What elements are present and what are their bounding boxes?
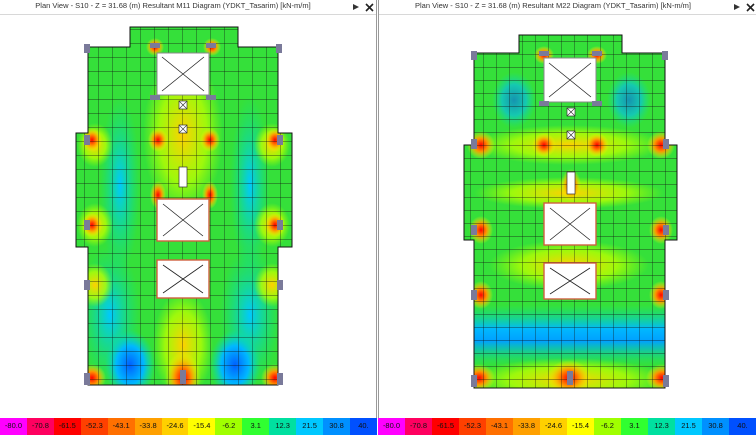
legend-label: 3.1 [629, 421, 640, 430]
legend-label: -33.8 [139, 421, 157, 430]
legend-segment: -52.3 [459, 418, 486, 435]
pin-icon[interactable] [350, 0, 362, 14]
legend-label: -43.1 [490, 421, 509, 430]
slab-opening [156, 259, 210, 299]
legend-label: -52.3 [463, 421, 482, 430]
legend-label: 40. [737, 421, 748, 430]
pane-titlebar[interactable]: Plan View - S10 - Z = 31.68 (m) Resultan… [379, 0, 756, 15]
legend-segment: 30.8 [702, 418, 729, 435]
legend-segment: -15.4 [188, 418, 216, 435]
legend-label: 30.8 [708, 421, 723, 430]
legend-label: 12.3 [275, 421, 290, 430]
legend-segment: -80.0 [0, 418, 27, 435]
legend-label: -24.6 [544, 421, 563, 430]
pane-title: Plan View - S10 - Z = 31.68 (m) Resultan… [415, 1, 691, 10]
legend-segment: -80.0 [378, 418, 405, 435]
legend-label: -43.1 [112, 421, 130, 430]
pane-titlebar[interactable]: Plan View - S10 - Z = 31.68 (m) Resultan… [0, 0, 376, 15]
legend-label: 30.8 [329, 421, 344, 430]
legend-segment: 21.5 [296, 418, 324, 435]
legend-label: -15.4 [571, 421, 590, 430]
legend-segment: -33.8 [513, 418, 540, 435]
legend-segment: -6.2 [215, 418, 243, 435]
legend-segment: -52.3 [80, 418, 108, 435]
legend-segment: 40. [729, 418, 756, 435]
m11-contour-plot[interactable] [0, 15, 376, 418]
legend-label: -33.8 [517, 421, 536, 430]
slab-opening [543, 57, 597, 103]
legend-label: -24.6 [166, 421, 184, 430]
legend-label: -80.0 [4, 421, 23, 430]
color-scale-legend: -80.0 -70.8 -61.5 -52.3 -43.1 -33.8 -24.6 -15.4… [378, 418, 756, 435]
legend-segment: 40. [349, 418, 377, 435]
legend-segment: 12.3 [269, 418, 297, 435]
legend-segment: -70.8 [26, 418, 54, 435]
legend-segment: -24.6 [540, 418, 567, 435]
pin-icon[interactable] [731, 0, 743, 14]
legend-segment: 3.1 [242, 418, 270, 435]
m11-diagram-pane[interactable]: Plan View - S10 - Z = 31.68 (m) Resultan… [0, 0, 377, 435]
slab-opening [543, 262, 597, 300]
legend-segment: -70.8 [405, 418, 432, 435]
legend-label: 3.1 [250, 421, 261, 430]
legend-segment: -33.8 [134, 418, 162, 435]
legend-label: 40. [358, 421, 369, 430]
legend-segment: -15.4 [567, 418, 594, 435]
legend-label: 12.3 [654, 421, 669, 430]
close-icon[interactable] [744, 0, 756, 14]
m22-diagram-pane[interactable]: Plan View - S10 - Z = 31.68 (m) Resultan… [378, 0, 756, 435]
legend-label: -15.4 [193, 421, 211, 430]
slab-opening [156, 198, 210, 242]
legend-label: 21.5 [302, 421, 317, 430]
legend-label: -61.5 [58, 421, 76, 430]
legend-segment: -61.5 [53, 418, 81, 435]
slab-opening [156, 52, 210, 96]
m22-contour-plot[interactable] [379, 15, 756, 418]
legend-label: -6.2 [601, 421, 614, 430]
legend-label: -70.8 [409, 421, 428, 430]
pane-title: Plan View - S10 - Z = 31.68 (m) Resultan… [35, 1, 311, 10]
legend-segment: 21.5 [675, 418, 702, 435]
legend-label: -52.3 [85, 421, 103, 430]
close-icon[interactable] [363, 0, 375, 14]
legend-label: 21.5 [681, 421, 696, 430]
legend-segment: -6.2 [594, 418, 621, 435]
legend-label: -70.8 [31, 421, 49, 430]
color-scale-legend: -80.0 -70.8 -61.5 -52.3 -43.1 -33.8 -24.6 -15.4… [0, 418, 377, 435]
legend-segment: 12.3 [648, 418, 675, 435]
slab-opening [543, 202, 597, 246]
legend-segment: -24.6 [161, 418, 189, 435]
legend-label: -6.2 [222, 421, 236, 430]
legend-label: -61.5 [436, 421, 455, 430]
legend-segment: 30.8 [323, 418, 350, 435]
legend-label: -80.0 [382, 421, 401, 430]
legend-segment: -61.5 [432, 418, 459, 435]
legend-segment: -43.1 [486, 418, 513, 435]
legend-segment: 3.1 [621, 418, 648, 435]
legend-segment: -43.1 [107, 418, 135, 435]
